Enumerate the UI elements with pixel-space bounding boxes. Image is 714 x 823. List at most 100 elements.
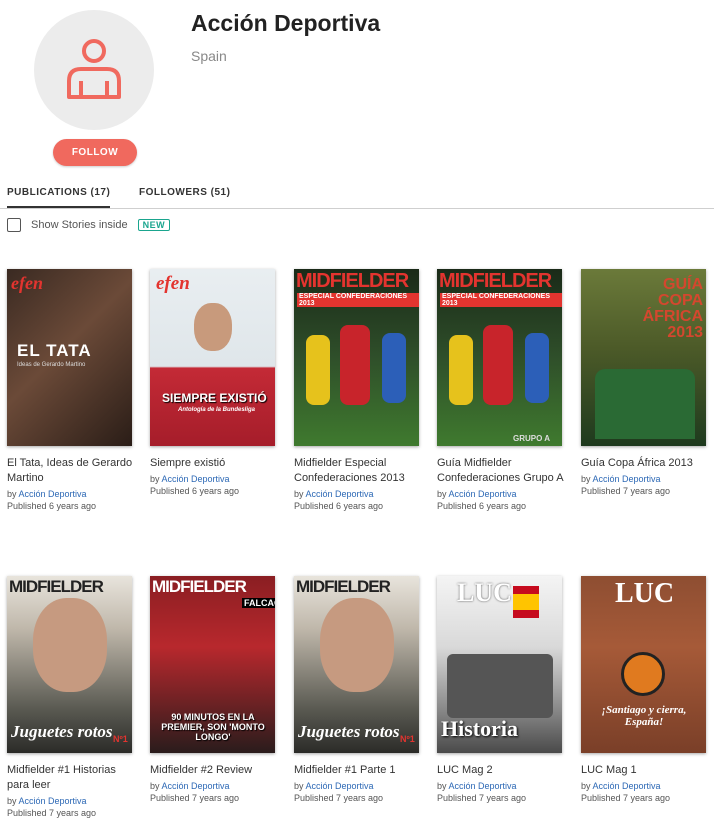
cover-player xyxy=(340,325,370,405)
show-stories-row: Show Stories inside NEW xyxy=(7,217,171,233)
cover-player xyxy=(306,335,330,405)
publication-title[interactable]: Midfielder #1 Historias para leer xyxy=(7,763,134,793)
publication-cover[interactable]: LUC Historia xyxy=(437,576,562,753)
publication-date: Published 7 years ago xyxy=(581,793,671,803)
avatar xyxy=(34,10,154,130)
byline-prefix: by xyxy=(294,781,304,791)
publication-card[interactable]: efen EL TATA Ideas de Gerardo Martino El… xyxy=(7,269,134,511)
cover-subline: Ideas de Gerardo Martino xyxy=(17,362,86,368)
publication-author-link[interactable]: Acción Deportiva xyxy=(162,781,230,791)
cover-headline: ¡Santiago y cierra, España! xyxy=(601,704,687,728)
publication-card[interactable]: LUC Historia LUC Mag 2 by Acción Deporti… xyxy=(437,576,564,803)
publication-author-link[interactable]: Acción Deportiva xyxy=(306,781,374,791)
cover-brand: efen xyxy=(156,273,190,294)
publication-author-link[interactable]: Acción Deportiva xyxy=(162,474,230,484)
publication-byline: by Acción Deportiva xyxy=(150,474,277,484)
spain-flag-icon xyxy=(513,586,539,618)
cover-team xyxy=(595,369,695,439)
publication-author-link[interactable]: Acción Deportiva xyxy=(19,796,87,806)
publication-title[interactable]: El Tata, Ideas de Gerardo Martino xyxy=(7,456,134,486)
publication-date: Published 6 years ago xyxy=(150,486,240,496)
publication-byline: by Acción Deportiva xyxy=(150,781,277,791)
publication-cover[interactable]: MIDFIELDER ESPECIAL CONFEDERACIONES 2013 xyxy=(294,269,419,446)
publication-card[interactable]: MIDFIELDER Juguetes rotos Nº1 Midfielder… xyxy=(7,576,134,818)
publication-cover[interactable]: efen EL TATA Ideas de Gerardo Martino xyxy=(7,269,132,446)
cover-brand: MIDFIELDER xyxy=(152,577,247,596)
publication-card[interactable]: MIDFIELDER Juguetes rotos Nº1 Midfielder… xyxy=(294,576,421,803)
publication-byline: by Acción Deportiva xyxy=(7,796,134,806)
profile-location: Spain xyxy=(191,48,227,64)
publication-title[interactable]: Midfielder #2 Review xyxy=(150,763,277,778)
publication-title[interactable]: Midfielder #1 Parte 1 xyxy=(294,763,421,778)
cover-brand: MIDFIELDER xyxy=(9,577,104,596)
follow-button[interactable]: FOLLOW xyxy=(53,139,137,166)
publication-card[interactable]: GUÍA COPA ÁFRICA 2013 Guía Copa África 2… xyxy=(581,269,708,496)
publication-date: Published 7 years ago xyxy=(294,793,384,803)
publication-title[interactable]: LUC Mag 1 xyxy=(581,763,708,778)
cover-headline: SIEMPRE EXISTIÓ xyxy=(162,391,267,405)
publication-card[interactable]: LUC ¡Santiago y cierra, España! LUC Mag … xyxy=(581,576,708,803)
publication-author-link[interactable]: Acción Deportiva xyxy=(593,474,661,484)
cover-brand: MIDFIELDER xyxy=(296,577,391,596)
publication-title[interactable]: Guía Copa África 2013 xyxy=(581,456,708,471)
cover-brand: LUC xyxy=(457,578,512,607)
publication-cover[interactable]: MIDFIELDER Juguetes rotos Nº1 xyxy=(294,576,419,753)
cover-brand: LUC xyxy=(615,578,675,609)
publication-cover[interactable]: MIDFIELDER FALCAO 90 MINUTOS EN LA PREMI… xyxy=(150,576,275,753)
publication-author-link[interactable]: Acción Deportiva xyxy=(306,489,374,499)
publication-cover[interactable]: LUC ¡Santiago y cierra, España! xyxy=(581,576,706,753)
cover-player xyxy=(483,325,513,405)
cover-portrait xyxy=(33,598,107,692)
profile-tabs: PUBLICATIONS (17) FOLLOWERS (51) xyxy=(0,184,714,209)
publication-date: Published 7 years ago xyxy=(581,486,671,496)
new-badge: NEW xyxy=(137,219,171,231)
publication-cover[interactable]: MIDFIELDER ESPECIAL CONFEDERACIONES 2013… xyxy=(437,269,562,446)
cover-subline: Antología de la Bundesliga xyxy=(178,407,256,413)
cover-riders xyxy=(447,654,553,718)
publication-cover[interactable]: MIDFIELDER Juguetes rotos Nº1 xyxy=(7,576,132,753)
publication-byline: by Acción Deportiva xyxy=(437,489,564,499)
byline-prefix: by xyxy=(150,781,160,791)
publication-date: Published 6 years ago xyxy=(294,501,384,511)
publication-card[interactable]: MIDFIELDER ESPECIAL CONFEDERACIONES 2013… xyxy=(437,269,564,511)
byline-prefix: by xyxy=(7,489,17,499)
publication-byline: by Acción Deportiva xyxy=(294,489,421,499)
byline-prefix: by xyxy=(7,796,17,806)
cover-player xyxy=(525,333,549,403)
publication-card[interactable]: MIDFIELDER ESPECIAL CONFEDERACIONES 2013… xyxy=(294,269,421,511)
publication-title[interactable]: Midfielder Especial Confederaciones 2013 xyxy=(294,456,421,486)
cover-subline: Nº1 xyxy=(400,734,415,744)
byline-prefix: by xyxy=(150,474,160,484)
publication-author-link[interactable]: Acción Deportiva xyxy=(593,781,661,791)
publication-title[interactable]: Siempre existió xyxy=(150,456,277,471)
cover-subline: FALCAO xyxy=(242,598,275,608)
byline-prefix: by xyxy=(294,489,304,499)
tab-followers[interactable]: FOLLOWERS (51) xyxy=(139,187,230,198)
cover-headline: ESPECIAL CONFEDERACIONES 2013 xyxy=(440,293,562,307)
publication-title[interactable]: LUC Mag 2 xyxy=(437,763,564,778)
publication-author-link[interactable]: Acción Deportiva xyxy=(449,489,517,499)
tab-publications[interactable]: PUBLICATIONS (17) xyxy=(7,187,111,208)
publication-cover[interactable]: efen SIEMPRE EXISTIÓ Antología de la Bun… xyxy=(150,269,275,446)
publication-byline: by Acción Deportiva xyxy=(437,781,564,791)
show-stories-checkbox[interactable] xyxy=(7,218,21,232)
byline-prefix: by xyxy=(437,781,447,791)
publication-author-link[interactable]: Acción Deportiva xyxy=(449,781,517,791)
publication-byline: by Acción Deportiva xyxy=(581,474,708,484)
byline-prefix: by xyxy=(581,474,591,484)
publication-byline: by Acción Deportiva xyxy=(7,489,134,499)
publication-cover[interactable]: GUÍA COPA ÁFRICA 2013 xyxy=(581,269,706,446)
publication-title[interactable]: Guía Midfielder Confederaciones Grupo A xyxy=(437,456,564,486)
publication-author-link[interactable]: Acción Deportiva xyxy=(19,489,87,499)
cover-subline: GRUPO A xyxy=(513,434,551,443)
show-stories-label[interactable]: Show Stories inside xyxy=(31,219,128,231)
publication-date: Published 7 years ago xyxy=(150,793,240,803)
cover-headline: GUÍA COPA ÁFRICA 2013 xyxy=(642,276,703,341)
cover-rider xyxy=(621,652,665,696)
publication-card[interactable]: MIDFIELDER FALCAO 90 MINUTOS EN LA PREMI… xyxy=(150,576,277,803)
cover-headline: Historia xyxy=(441,716,518,741)
publication-card[interactable]: efen SIEMPRE EXISTIÓ Antología de la Bun… xyxy=(150,269,277,496)
cover-headline: Juguetes rotos xyxy=(11,722,113,741)
profile-name: Acción Deportiva xyxy=(191,10,381,36)
user-icon xyxy=(67,39,121,99)
